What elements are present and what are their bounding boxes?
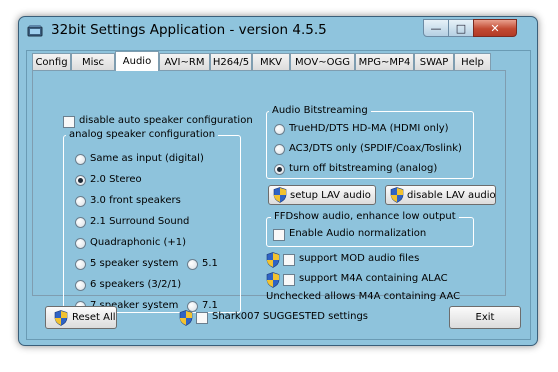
disable-lav-audio-label: disable LAV audio <box>407 189 496 201</box>
mod-audio-label: support MOD audio files <box>299 253 420 264</box>
setup-lav-audio-label: setup LAV audio <box>290 189 371 201</box>
tab-mov-ogg[interactable]: MOV~OGG <box>290 53 355 70</box>
tab-avi-rm[interactable]: AVI~RM <box>159 53 210 70</box>
tab-h264[interactable]: H264/5 <box>210 53 252 70</box>
disable-auto-speaker-checkbox[interactable] <box>63 116 75 128</box>
reset-all-button[interactable]: Reset All <box>45 306 117 329</box>
bitstreaming-group-title: Audio Bitstreaming <box>269 105 371 116</box>
speaker-option-label: 5.1 <box>202 258 218 269</box>
radio-6-speakers[interactable] <box>75 280 86 291</box>
minimize-button[interactable]: — <box>423 19 449 37</box>
normalization-checkbox[interactable] <box>273 229 285 241</box>
disable-lav-audio-button[interactable]: disable LAV audio <box>385 185 496 205</box>
tab-misc[interactable]: Misc <box>71 53 115 70</box>
mod-audio-checkbox[interactable] <box>283 254 295 266</box>
suggested-settings-checkbox[interactable] <box>196 312 208 324</box>
tab-mkv[interactable]: MKV <box>252 53 290 70</box>
speaker-option-label: Quadraphonic (+1) <box>90 237 187 248</box>
radio-truehd[interactable] <box>274 124 285 135</box>
m4a-alac-checkbox[interactable] <box>283 274 295 286</box>
tab-audio[interactable]: Audio <box>115 51 159 71</box>
radio-2-1-surround[interactable] <box>75 217 86 228</box>
speaker-option-label: 2.1 Surround Sound <box>90 216 190 227</box>
radio-bitstream-off[interactable] <box>274 164 285 175</box>
radio-5-speaker[interactable] <box>75 259 86 270</box>
radio-same-as-input[interactable] <box>75 154 86 165</box>
radio-ac3-dts[interactable] <box>274 144 285 155</box>
exit-label: Exit <box>475 312 495 323</box>
close-button[interactable]: ✕ <box>473 19 517 37</box>
uac-shield-icon <box>266 252 280 268</box>
exit-button[interactable]: Exit <box>449 306 521 329</box>
bitstream-option-label: AC3/DTS only (SPDIF/Coax/Toslink) <box>289 143 462 154</box>
bitstream-option-label: turn off bitstreaming (analog) <box>289 163 438 174</box>
tab-help[interactable]: Help <box>454 53 491 70</box>
uac-shield-icon <box>266 272 280 288</box>
client-area: Config Misc Audio AVI~RM H264/5 MKV MOV~… <box>26 50 531 340</box>
app-window: 32bit Settings Application - version 4.5… <box>18 16 538 346</box>
tab-mpg-mp4[interactable]: MPG~MP4 <box>355 53 414 70</box>
uac-shield-icon <box>273 187 287 203</box>
speaker-option-label: 2.0 Stereo <box>90 174 142 185</box>
maximize-button[interactable]: □ <box>448 19 474 37</box>
suggested-settings-label: Shark007 SUGGESTED settings <box>212 311 368 322</box>
tab-config[interactable]: Config <box>32 53 71 70</box>
uac-shield-icon <box>179 310 193 326</box>
tab-swap[interactable]: SWAP <box>414 53 454 70</box>
analog-speaker-group-title: analog speaker configuration <box>66 129 219 140</box>
bitstream-option-label: TrueHD/DTS HD-MA (HDMI only) <box>289 123 449 134</box>
m4a-alac-label: support M4A containing ALAC <box>299 273 448 284</box>
setup-lav-audio-button[interactable]: setup LAV audio <box>268 185 376 205</box>
speaker-option-label: Same as input (digital) <box>90 153 204 164</box>
speaker-option-label: 5 speaker system <box>90 258 179 269</box>
disable-auto-speaker-label: disable auto speaker configuration <box>79 115 253 126</box>
speaker-option-label: 3.0 front speakers <box>90 195 181 206</box>
m4a-aac-note: Unchecked allows M4A containing AAC <box>266 291 461 302</box>
radio-3-0-front[interactable] <box>75 196 86 207</box>
radio-2-0-stereo[interactable] <box>75 175 86 186</box>
reset-all-label: Reset All <box>72 312 116 323</box>
radio-5-1[interactable] <box>187 259 198 270</box>
ffdshow-group-title: FFDshow audio, enhance low output <box>271 211 459 222</box>
speaker-option-label: 7.1 <box>202 300 218 311</box>
audio-tab-panel: disable auto speaker configuration analo… <box>32 70 506 313</box>
radio-quadraphonic[interactable] <box>75 238 86 249</box>
title-bar[interactable]: 32bit Settings Application - version 4.5… <box>19 17 537 45</box>
uac-shield-icon <box>390 187 404 203</box>
normalization-label: Enable Audio normalization <box>289 228 427 239</box>
uac-shield-icon <box>54 309 68 326</box>
speaker-option-label: 6 speakers (3/2/1) <box>90 279 182 290</box>
window-title: 32bit Settings Application - version 4.5… <box>51 22 327 38</box>
app-icon <box>27 24 43 38</box>
